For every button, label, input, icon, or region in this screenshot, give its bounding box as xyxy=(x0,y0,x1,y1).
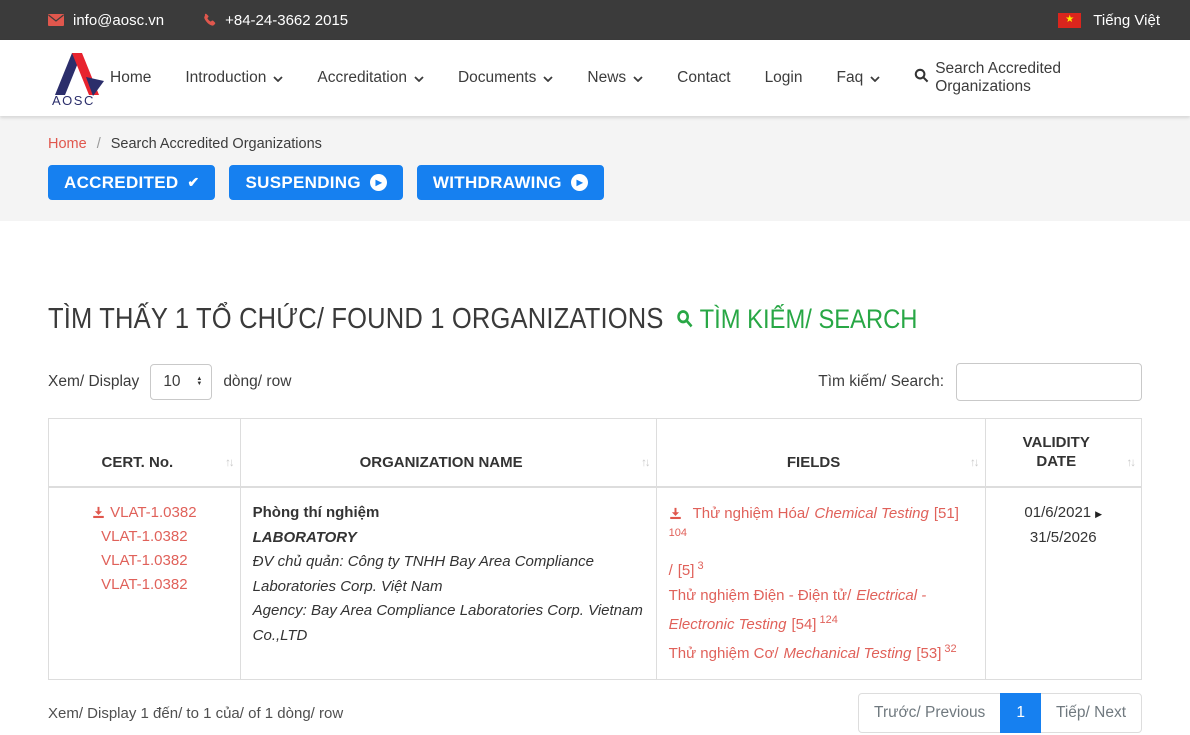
arrow-circle-right-icon: ▶ xyxy=(370,174,387,191)
validity-to: 31/5/2026 xyxy=(998,526,1129,550)
email-text: info@aosc.vn xyxy=(73,12,164,29)
search-again-link[interactable]: TÌM KIẾM/ SEARCH xyxy=(676,304,918,335)
field-entry[interactable]: Thử nghiệm Cơ/Mechanical Testing[53]32 xyxy=(669,637,973,666)
table-info: Xem/ Display 1 đến/ to 1 của/ of 1 dòng/… xyxy=(48,705,343,722)
cert-link[interactable]: VLAT-1.0382 xyxy=(101,528,187,545)
table-header-row: CERT. No. ↑↓ ORGANIZATION NAME ↑↓ FIELDS… xyxy=(49,419,1142,488)
validity-arrow-icon: ▶ xyxy=(1095,509,1102,519)
phone-icon xyxy=(202,13,216,27)
cert-link[interactable]: VLAT-1.0382 xyxy=(101,576,187,593)
field-entry[interactable]: Thử nghiệm Hóa/Chemical Testing[51]104 xyxy=(669,501,973,540)
language-label: Tiếng Việt xyxy=(1093,12,1160,29)
nav-item-contact[interactable]: Contact xyxy=(677,69,730,87)
sort-icon: ↑↓ xyxy=(225,457,233,469)
withdrawing-button[interactable]: WITHDRAWING ▶ xyxy=(417,165,604,200)
nav-item-introduction[interactable]: Introduction xyxy=(185,69,283,87)
aosc-logo-icon: AOSC xyxy=(48,49,110,107)
nav-item-accreditation[interactable]: Accreditation xyxy=(317,69,424,87)
nav-item-news[interactable]: News xyxy=(587,69,643,87)
suspending-button[interactable]: SUSPENDING ▶ xyxy=(229,165,402,200)
breadcrumb-separator: / xyxy=(97,136,101,152)
chevron-down-icon xyxy=(870,76,880,82)
display-label: Xem/ Display xyxy=(48,373,139,391)
page-size-control: Xem/ Display 10 ▲▼ dòng/ row xyxy=(48,364,291,400)
header-validity-date[interactable]: VALIDITY DATE ↑↓ xyxy=(985,419,1141,488)
nav-search-label: Search Accredited Organizations xyxy=(935,60,1160,96)
page-size-value: 10 xyxy=(163,373,180,391)
stepper-arrows-icon: ▲▼ xyxy=(196,377,202,387)
organization-name-cell: Phòng thí nghiệm LABORATORY ĐV chủ quản:… xyxy=(240,487,656,680)
table-search-control: Tìm kiếm/ Search: xyxy=(818,363,1142,401)
field-entry[interactable]: /[5]3 xyxy=(669,554,973,583)
breadcrumb: Home / Search Accredited Organizations xyxy=(48,136,1142,152)
chevron-down-icon xyxy=(273,76,283,82)
aosc-logo[interactable]: AOSC xyxy=(48,49,110,107)
vietnam-flag-icon: ★ xyxy=(1058,13,1081,28)
sort-icon: ↑↓ xyxy=(970,457,978,469)
sort-icon: ↑↓ xyxy=(1127,457,1135,469)
breadcrumb-home-link[interactable]: Home xyxy=(48,136,87,152)
previous-page-button[interactable]: Trước/ Previous xyxy=(858,693,1001,733)
fields-cell: Thử nghiệm Hóa/Chemical Testing[51]104 /… xyxy=(656,487,985,680)
cert-no-cell: VLAT-1.0382 VLAT-1.0382 VLAT-1.0382 VLAT… xyxy=(49,487,241,680)
arrow-circle-right-icon: ▶ xyxy=(571,174,588,191)
nav-item-home[interactable]: Home xyxy=(110,69,151,87)
breadcrumb-band: Home / Search Accredited Organizations A… xyxy=(0,116,1190,221)
phone-link[interactable]: +84-24-3662 2015 xyxy=(202,12,348,29)
cert-link[interactable]: VLAT-1.0382 xyxy=(101,552,187,569)
validity-date-cell: 01/6/2021 ▶ 31/5/2026 xyxy=(985,487,1141,680)
svg-text:AOSC: AOSC xyxy=(52,93,95,107)
topbar: info@aosc.vn +84-24-3662 2015 ★ Tiếng Vi… xyxy=(0,0,1190,40)
download-icon xyxy=(669,507,682,524)
header-cert-no[interactable]: CERT. No. ↑↓ xyxy=(49,419,241,488)
results-heading: TÌM THẤY 1 TỔ CHỨC/ FOUND 1 ORGANIZATION… xyxy=(48,303,664,336)
page-1-button[interactable]: 1 xyxy=(1000,693,1041,733)
org-agency-vi: ĐV chủ quản: Công ty TNHH Bay Area Compl… xyxy=(253,550,644,599)
rows-label: dòng/ row xyxy=(223,373,291,391)
table-row: VLAT-1.0382 VLAT-1.0382 VLAT-1.0382 VLAT… xyxy=(49,487,1142,680)
table-search-input[interactable] xyxy=(956,363,1142,401)
email-link[interactable]: info@aosc.vn xyxy=(48,12,164,29)
phone-text: +84-24-3662 2015 xyxy=(225,12,348,29)
nav-item-login[interactable]: Login xyxy=(765,69,803,87)
field-entry[interactable]: Thử nghiệm Điện - Điện tử/Electrical - E… xyxy=(669,583,973,637)
envelope-icon xyxy=(48,14,64,26)
nav-search-link[interactable]: Search Accredited Organizations xyxy=(914,60,1160,96)
check-icon: ✔ xyxy=(187,174,199,191)
accredited-button[interactable]: ACCREDITED ✔ xyxy=(48,165,215,200)
search-again-label: TÌM KIẾM/ SEARCH xyxy=(700,304,918,335)
chevron-down-icon xyxy=(543,76,553,82)
language-switcher[interactable]: ★ Tiếng Việt xyxy=(1058,12,1160,29)
breadcrumb-current: Search Accredited Organizations xyxy=(111,136,322,152)
results-table: CERT. No. ↑↓ ORGANIZATION NAME ↑↓ FIELDS… xyxy=(48,418,1142,680)
validity-from: 01/6/2021 xyxy=(1024,504,1091,521)
table-search-label: Tìm kiếm/ Search: xyxy=(818,373,944,391)
chevron-down-icon xyxy=(414,76,424,82)
header-fields[interactable]: FIELDS ↑↓ xyxy=(656,419,985,488)
pagination: Trước/ Previous 1 Tiếp/ Next xyxy=(858,693,1142,733)
main-navbar: AOSC Home Introduction Accreditation Doc… xyxy=(0,40,1190,116)
nav-item-documents[interactable]: Documents xyxy=(458,69,553,87)
search-icon xyxy=(914,68,929,88)
org-agency-en: Agency: Bay Area Compliance Laboratories… xyxy=(253,599,644,648)
cert-link[interactable]: VLAT-1.0382 xyxy=(110,504,196,521)
next-page-button[interactable]: Tiếp/ Next xyxy=(1040,693,1142,733)
org-name-vi: Phòng thí nghiệm xyxy=(253,501,644,526)
search-icon xyxy=(676,304,693,335)
results-section: TÌM THẤY 1 TỔ CHỨC/ FOUND 1 ORGANIZATION… xyxy=(0,221,1190,733)
page-size-select[interactable]: 10 ▲▼ xyxy=(150,364,212,400)
sort-icon: ↑↓ xyxy=(641,457,649,469)
nav-menu: Home Introduction Accreditation Document… xyxy=(110,60,1160,96)
org-name-en: LABORATORY xyxy=(253,526,644,551)
chevron-down-icon xyxy=(633,76,643,82)
header-organization-name[interactable]: ORGANIZATION NAME ↑↓ xyxy=(240,419,656,488)
nav-item-faq[interactable]: Faq xyxy=(837,69,881,87)
download-icon xyxy=(92,506,105,523)
status-filter-buttons: ACCREDITED ✔ SUSPENDING ▶ WITHDRAWING ▶ xyxy=(48,165,1142,200)
